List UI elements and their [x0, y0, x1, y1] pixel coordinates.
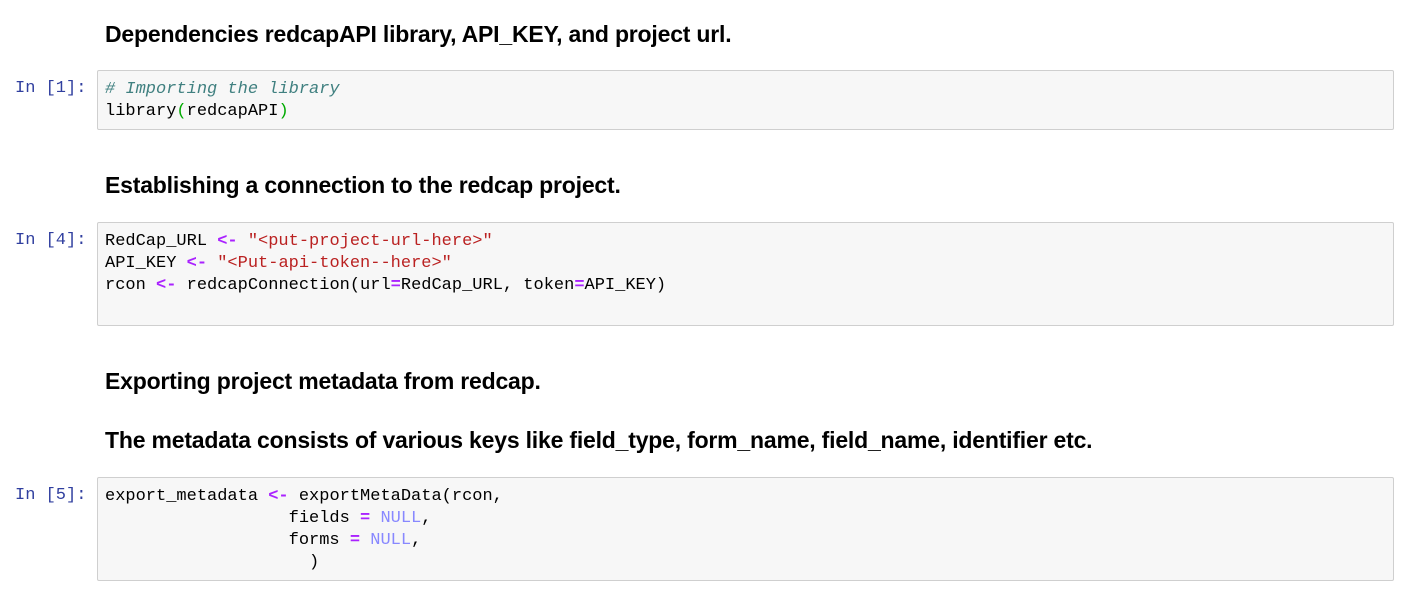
code-operator: <- — [217, 232, 238, 251]
code-operator: = — [360, 509, 371, 528]
code-operator: = — [574, 276, 585, 295]
code-cell-connection[interactable]: RedCap_URL <- "<put-project-url-here>" A… — [97, 222, 1394, 326]
code-token: forms — [105, 531, 350, 550]
code-token: rcon — [105, 276, 157, 295]
cell-prompt-5: In [5]: — [15, 486, 87, 505]
code-token: export_metadata — [105, 487, 269, 506]
code-operator: = — [349, 531, 361, 550]
code-paren: ) — [278, 102, 289, 121]
code-token: redcapAPI — [186, 102, 279, 121]
code-token: API_KEY) — [584, 276, 667, 295]
code-token: , — [421, 509, 432, 528]
code-string: "<Put-api-token--here>" — [217, 254, 452, 273]
markdown-heading-metadata-keys: The metadata consists of various keys li… — [105, 427, 1093, 453]
code-token: library — [105, 102, 177, 121]
cell-prompt-4: In [4]: — [15, 231, 87, 250]
code-token: , — [411, 531, 422, 550]
code-token: ) — [105, 553, 320, 572]
cell-prompt-1: In [1]: — [15, 79, 87, 98]
code-null: NULL — [380, 509, 422, 528]
code-operator: <- — [186, 254, 208, 273]
code-token: exportMetaData(rcon, — [288, 487, 503, 506]
code-editor[interactable]: export_metadata <- exportMetaData(rcon, … — [105, 486, 503, 574]
code-cell-import-library[interactable]: # Importing the library library(redcapAP… — [97, 70, 1394, 130]
code-paren: ( — [176, 102, 187, 121]
code-token: RedCap_URL — [105, 232, 218, 251]
code-editor[interactable]: # Importing the library library(redcapAP… — [105, 79, 340, 123]
markdown-heading-export: Exporting project metadata from redcap. — [105, 368, 541, 394]
code-operator: <- — [156, 276, 177, 295]
markdown-heading-dependencies: Dependencies redcapAPI library, API_KEY,… — [105, 21, 732, 47]
code-cell-export-metadata[interactable]: export_metadata <- exportMetaData(rcon, … — [97, 477, 1394, 581]
code-token: fields — [105, 509, 361, 528]
code-operator: = — [390, 276, 401, 295]
code-token: API_KEY — [105, 254, 187, 273]
code-null: NULL — [370, 531, 412, 550]
code-string: "<put-project-url-here>" — [247, 232, 493, 251]
code-token: RedCap_URL, token — [400, 276, 575, 295]
markdown-heading-connection: Establishing a connection to the redcap … — [105, 172, 621, 198]
code-operator: <- — [268, 487, 289, 506]
code-comment: # Importing the library — [105, 80, 340, 99]
code-editor[interactable]: RedCap_URL <- "<put-project-url-here>" A… — [105, 231, 666, 297]
code-token: redcapConnection(url — [176, 276, 391, 295]
